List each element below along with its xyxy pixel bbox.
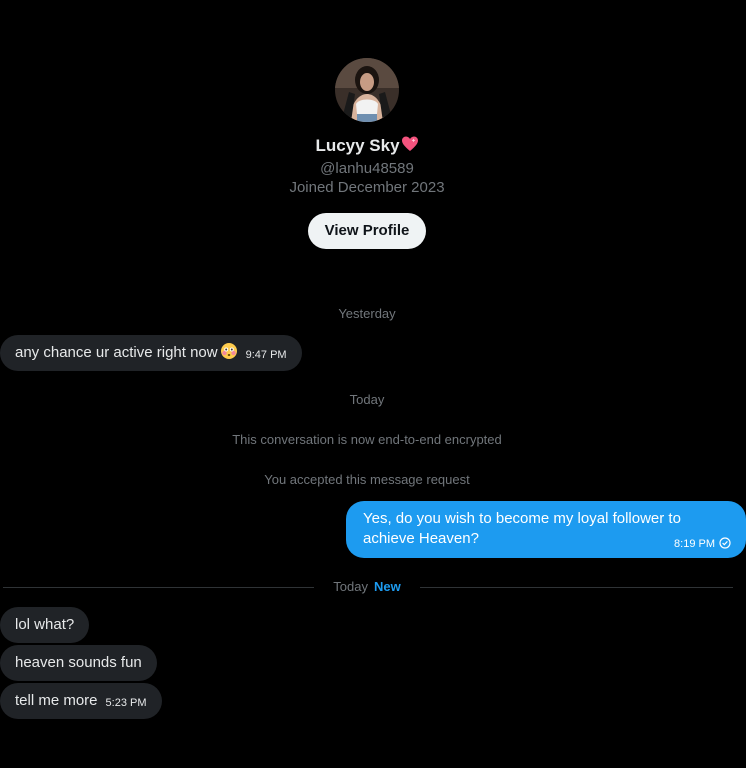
new-messages-divider: Today New [317, 579, 417, 595]
message-bubble-incoming[interactable]: lol what? [0, 607, 90, 643]
message-timestamp: 8:19 PM [674, 538, 715, 550]
new-badge: New [373, 579, 401, 594]
date-separator-yesterday: Yesterday [338, 306, 396, 321]
message-bubble-incoming[interactable]: heaven sounds fun [0, 645, 157, 681]
message-bubble-incoming[interactable]: tell me more 5:23 PM [0, 683, 162, 719]
message-text: heaven sounds fun [15, 654, 142, 671]
message-timestamp: 9:47 PM [245, 349, 287, 361]
divider-line-right [420, 587, 733, 588]
message-bubble-incoming[interactable]: any chance ur active right now 9:47 PM [0, 335, 302, 371]
divider-date-label: Today [333, 579, 368, 594]
avatar[interactable] [335, 58, 399, 122]
avatar-image [335, 58, 399, 122]
message-text: any chance ur active right now [15, 344, 218, 361]
message-text: lol what? [15, 616, 75, 633]
sparkling-heart-icon [401, 135, 419, 158]
conversation-profile-header: Lucyy Sky @lanhu48589 Joined December 20… [0, 58, 734, 249]
user-handle: @lanhu48589 [320, 160, 414, 177]
flushed-face-icon [220, 338, 238, 374]
date-separator-today: Today [349, 392, 385, 407]
joined-date: Joined December 2023 [289, 179, 445, 196]
message-text: tell me more [15, 692, 98, 709]
request-accepted-notice: You accepted this message request [264, 472, 470, 487]
message-bubble-outgoing[interactable]: Yes, do you wish to become my loyal foll… [346, 501, 746, 558]
view-profile-button[interactable]: View Profile [307, 213, 427, 249]
message-timestamp: 5:23 PM [105, 697, 147, 709]
divider-line-left [3, 587, 314, 588]
display-name: Lucyy Sky [315, 136, 400, 155]
encryption-notice: This conversation is now end-to-end encr… [232, 432, 502, 447]
sent-check-icon [719, 537, 731, 553]
display-name-row: Lucyy Sky [0, 135, 734, 158]
